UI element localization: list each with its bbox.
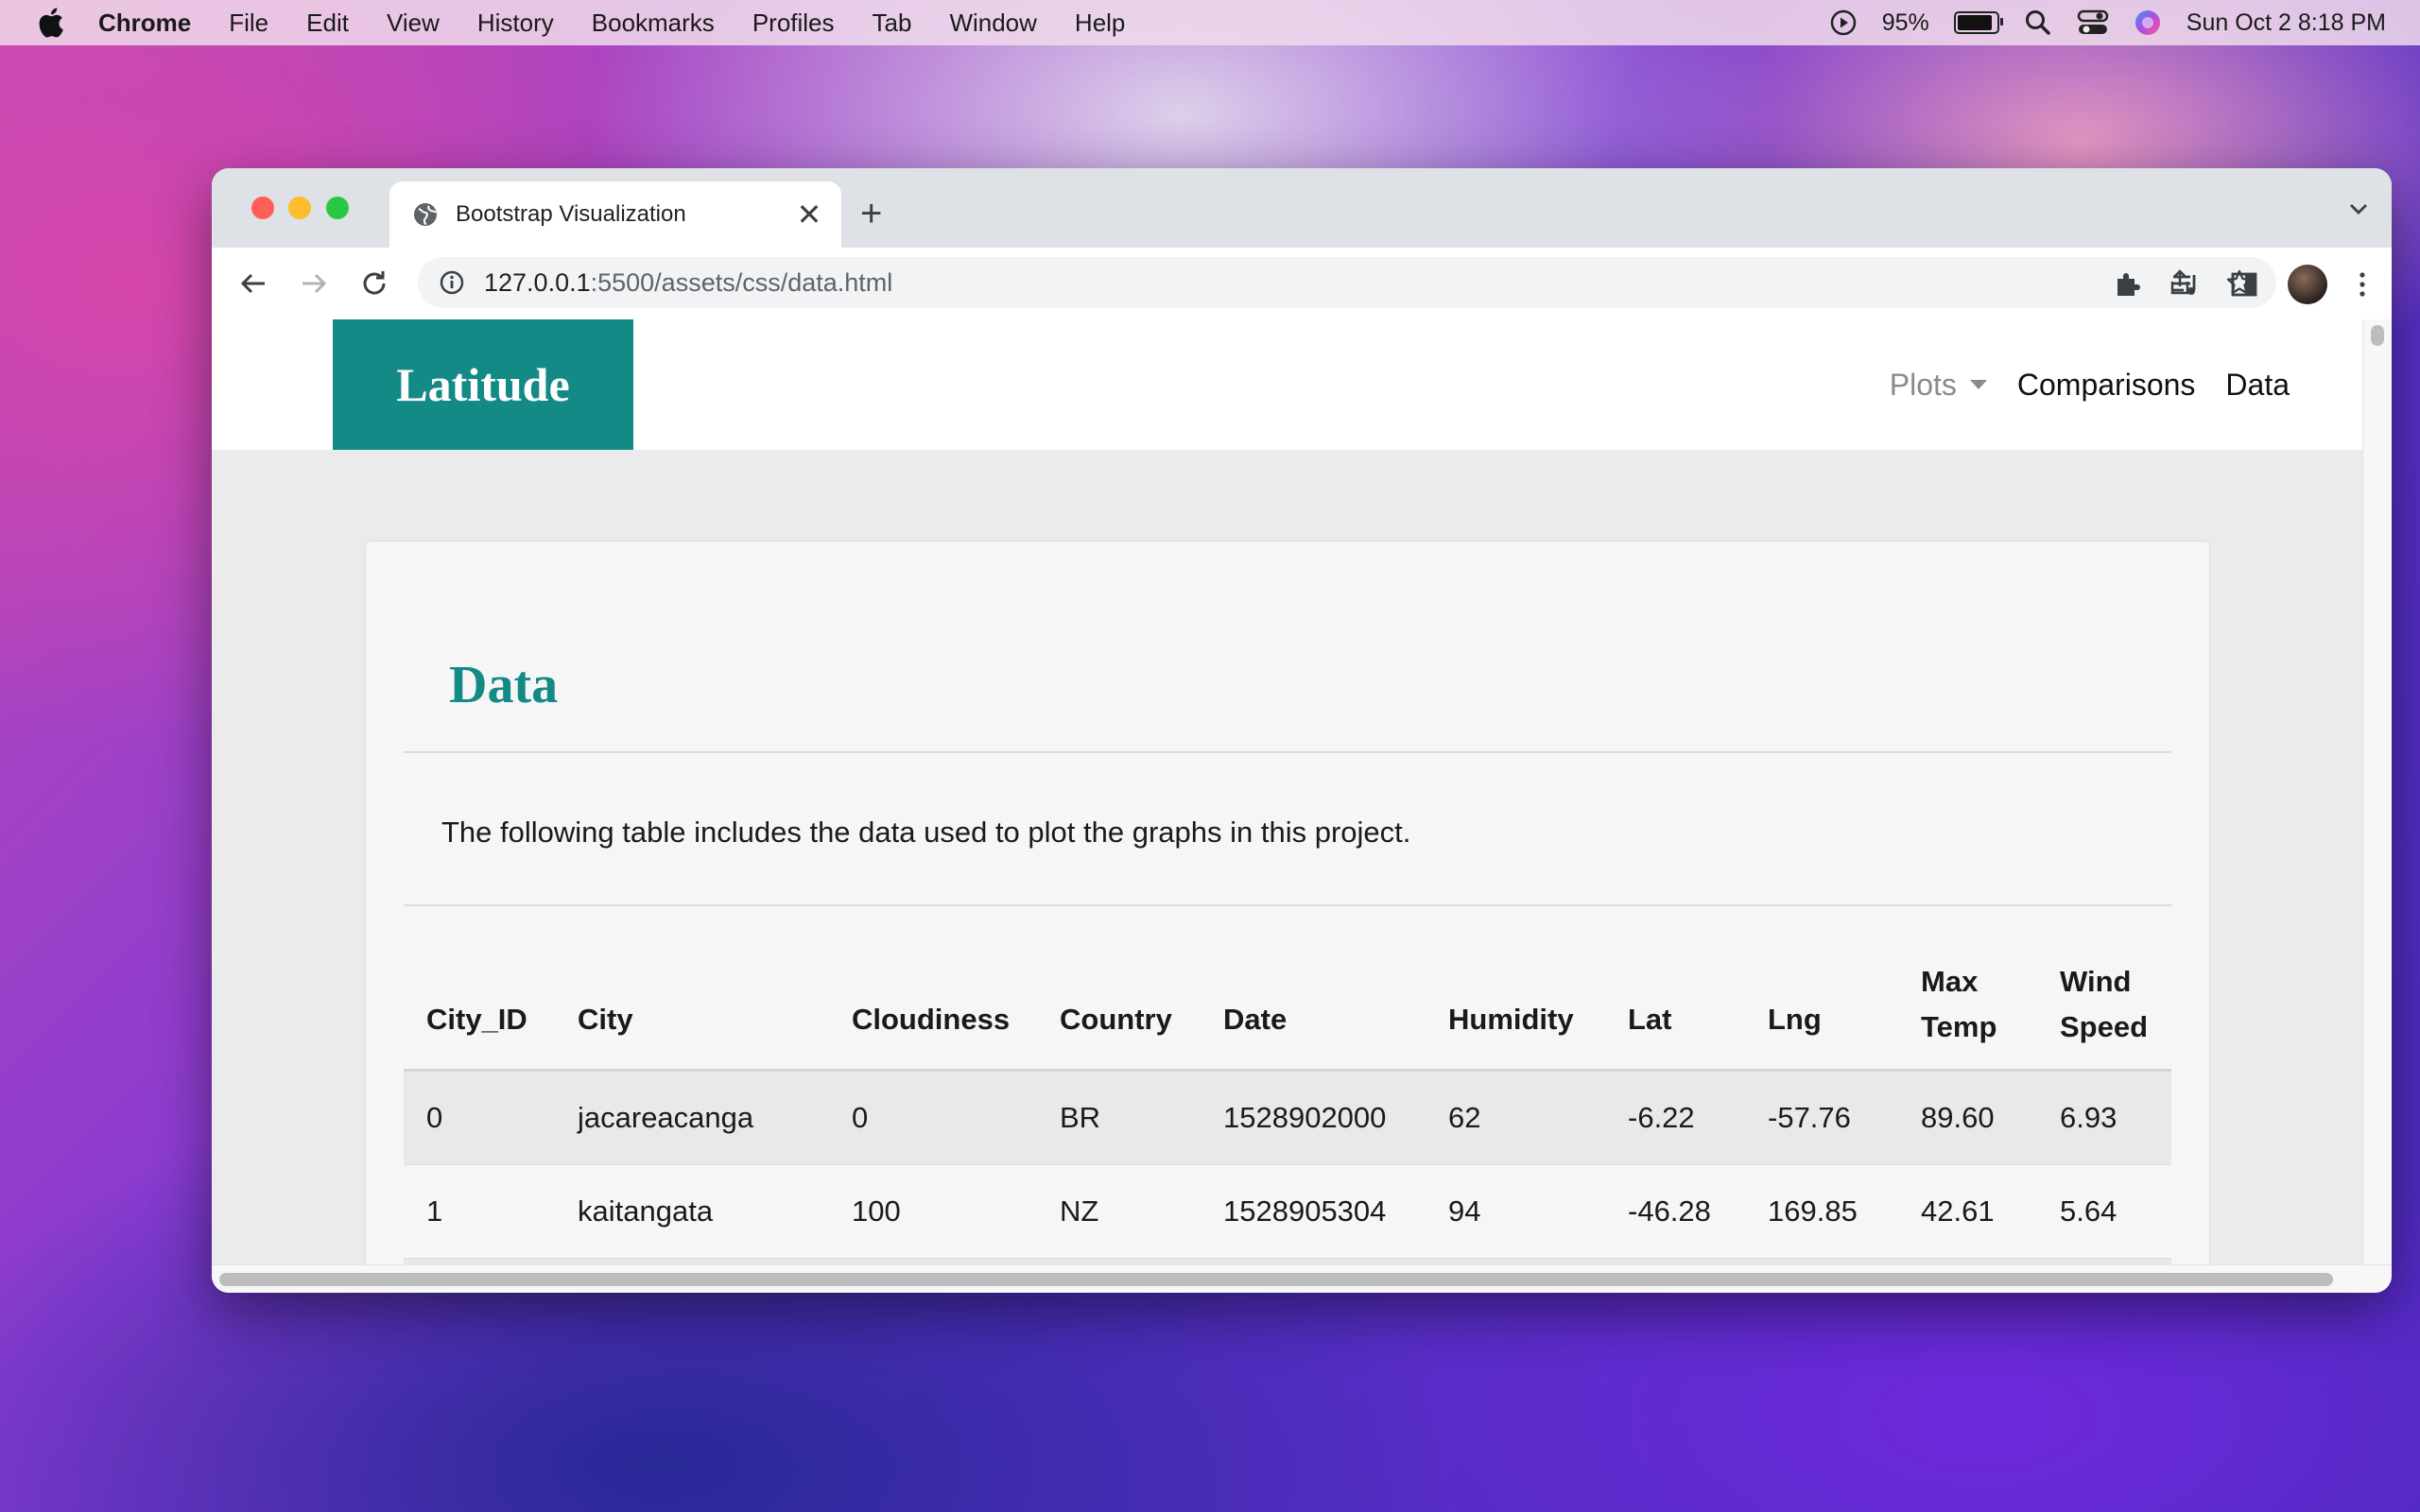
nav-comparisons-link[interactable]: Comparisons <box>2017 368 2196 403</box>
url-host: 127.0.0.1 <box>484 267 591 297</box>
tab-bootstrap-visualization[interactable]: Bootstrap Visualization ✕ <box>389 181 841 248</box>
table-header-row: City_ID City Cloudiness Country Date Hum… <box>404 906 2171 1072</box>
cell-max-temp: 42.61 <box>1898 1164 2037 1259</box>
vertical-scrollbar[interactable] <box>2362 319 2392 1264</box>
more-menu-kebab-icon[interactable] <box>2356 269 2369 300</box>
url-path: :5500/assets/css/data.html <box>590 267 893 297</box>
data-table: City_ID City Cloudiness Country Date Hum… <box>404 906 2171 1264</box>
cell-date: 1528905304 <box>1201 1164 1426 1259</box>
nav-data-link[interactable]: Data <box>2225 368 2290 403</box>
menu-profiles[interactable]: Profiles <box>752 9 835 38</box>
chrome-window: Bootstrap Visualization ✕ + 127.0.0.1:55… <box>212 168 2392 1293</box>
site-navbar: Latitude Plots Comparisons Data <box>212 319 2363 450</box>
cell-lat: -6.22 <box>1605 1070 1745 1165</box>
menu-tab[interactable]: Tab <box>873 9 912 38</box>
new-tab-plus-icon[interactable]: + <box>860 193 882 235</box>
siri-icon[interactable] <box>2134 9 2162 37</box>
url-text[interactable]: 127.0.0.1:5500/assets/css/data.html <box>484 268 892 298</box>
cell-city: kaitangata <box>555 1164 829 1259</box>
window-zoom-button[interactable] <box>326 197 349 219</box>
column-header-humidity: Humidity <box>1426 906 1605 1072</box>
column-header-date: Date <box>1201 906 1426 1072</box>
battery-percent: 95% <box>1881 9 1929 36</box>
battery-icon[interactable] <box>1953 11 2003 34</box>
cell-lng: 169.85 <box>1745 1164 1898 1259</box>
menu-bookmarks[interactable]: Bookmarks <box>592 9 715 38</box>
horizontal-scrollbar[interactable] <box>212 1264 2392 1293</box>
cell-max-temp: 89.60 <box>1898 1070 2037 1165</box>
table-row: 1 kaitangata 100 NZ 1528905304 94 -46.28… <box>404 1164 2171 1259</box>
spotlight-search-icon[interactable] <box>2024 9 2052 37</box>
play-circle-icon[interactable] <box>1829 9 1858 37</box>
side-panel-icon[interactable] <box>2229 269 2259 300</box>
column-header-max-temp: Max Temp <box>1898 906 2037 1072</box>
cell-city-id: 0 <box>404 1070 555 1165</box>
horizontal-scrollbar-thumb[interactable] <box>219 1273 2333 1286</box>
tab-strip: Bootstrap Visualization ✕ + <box>212 168 2392 248</box>
cell-wind-speed: 6.93 <box>2037 1070 2171 1165</box>
menu-file[interactable]: File <box>229 9 268 38</box>
cell-country: NZ <box>1037 1164 1201 1259</box>
cell-cloudiness: 0 <box>829 1070 1037 1165</box>
cell-date: 1528902000 <box>1201 1070 1426 1165</box>
cell-city-id: 1 <box>404 1164 555 1259</box>
address-bar[interactable]: 127.0.0.1:5500/assets/css/data.html <box>418 257 2276 308</box>
menu-bar-clock[interactable]: Sun Oct 2 8:18 PM <box>2187 9 2386 37</box>
nav-plots-dropdown[interactable]: Plots <box>1890 368 1987 403</box>
column-header-city: City <box>555 906 829 1072</box>
cell-wind-speed: 5.64 <box>2037 1164 2171 1259</box>
apple-logo-icon[interactable] <box>36 7 64 39</box>
column-header-city-id: City_ID <box>404 906 555 1072</box>
table-row: 0 jacareacanga 0 BR 1528902000 62 -6.22 … <box>404 1070 2171 1165</box>
reload-icon[interactable] <box>357 266 391 301</box>
content-card: Data The following table includes the da… <box>365 541 2210 1264</box>
cell-lat: -46.28 <box>1605 1164 1745 1259</box>
vertical-scrollbar-thumb[interactable] <box>2371 325 2384 346</box>
menu-history[interactable]: History <box>477 9 554 38</box>
site-info-icon[interactable] <box>439 269 465 296</box>
column-header-lat: Lat <box>1605 906 1745 1072</box>
globe-icon <box>414 203 437 226</box>
column-header-country: Country <box>1037 906 1201 1072</box>
page-viewport: Latitude Plots Comparisons Data Data The… <box>212 319 2363 1264</box>
column-header-wind-speed: Wind Speed <box>2037 906 2171 1072</box>
tab-close-icon[interactable]: ✕ <box>796 197 822 232</box>
menu-view[interactable]: View <box>387 9 440 38</box>
extensions-puzzle-icon[interactable] <box>2112 269 2142 300</box>
browser-toolbar: 127.0.0.1:5500/assets/css/data.html <box>212 248 2392 320</box>
cell-cloudiness: 100 <box>829 1164 1037 1259</box>
profile-avatar[interactable] <box>2288 265 2327 304</box>
tab-search-chevron-down-icon[interactable] <box>2346 197 2371 221</box>
page-title: Data <box>449 656 559 714</box>
window-minimize-button[interactable] <box>288 197 311 219</box>
navbar-links: Plots Comparisons Data <box>1890 319 2290 450</box>
menu-edit[interactable]: Edit <box>306 9 349 38</box>
macos-menu-bar: Chrome File Edit View History Bookmarks … <box>0 0 2420 45</box>
column-header-cloudiness: Cloudiness <box>829 906 1037 1072</box>
cell-lng: -57.76 <box>1745 1070 1898 1165</box>
tab-title: Bootstrap Visualization <box>456 201 686 227</box>
brand-logo-latitude[interactable]: Latitude <box>333 319 633 450</box>
caret-down-icon <box>1969 380 1987 389</box>
nav-plots-label: Plots <box>1889 367 1957 402</box>
column-header-lng: Lng <box>1745 906 1898 1072</box>
window-close-button[interactable] <box>251 197 274 219</box>
cell-country: BR <box>1037 1070 1201 1165</box>
cell-city: jacareacanga <box>555 1070 829 1165</box>
cell-humidity: 62 <box>1426 1070 1605 1165</box>
menu-app-chrome[interactable]: Chrome <box>98 9 191 38</box>
intro-paragraph: The following table includes the data us… <box>441 816 1411 849</box>
menu-bar-status-area: 95% Sun Oct 2 8:18 PM <box>1829 0 2386 45</box>
toolbar-right-icons <box>2112 265 2369 304</box>
menu-help[interactable]: Help <box>1075 9 1125 38</box>
forward-arrow-icon[interactable] <box>297 266 331 301</box>
cell-humidity: 94 <box>1426 1164 1605 1259</box>
back-arrow-icon[interactable] <box>236 266 270 301</box>
divider <box>404 751 2171 753</box>
menu-window[interactable]: Window <box>949 9 1036 38</box>
media-queue-icon[interactable] <box>2170 269 2201 300</box>
control-center-icon[interactable] <box>2077 9 2109 37</box>
